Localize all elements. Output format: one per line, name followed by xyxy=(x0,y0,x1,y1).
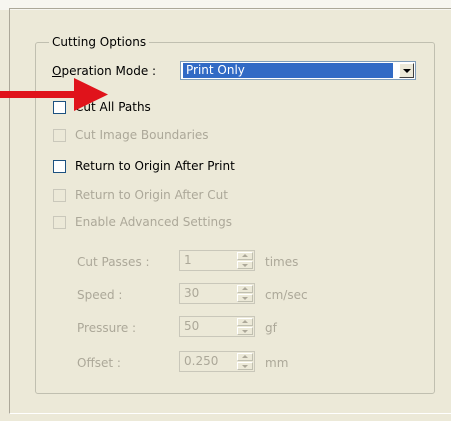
speed-value: 30 xyxy=(184,286,200,300)
spinner-buttons xyxy=(237,353,253,370)
spin-down-icon xyxy=(237,261,253,269)
pressure-unit: gf xyxy=(265,321,277,335)
spin-up-icon xyxy=(237,353,253,361)
pressure-spinner: 50 xyxy=(179,316,255,337)
offset-unit: mm xyxy=(265,356,289,370)
spin-up-icon xyxy=(237,318,253,326)
pressure-value: 50 xyxy=(184,319,200,333)
cut-passes-unit: times xyxy=(265,255,299,269)
checkbox-box[interactable] xyxy=(53,160,66,173)
spin-up-icon xyxy=(237,252,253,260)
return-origin-after-print-label: Return to Origin After Print xyxy=(75,159,235,173)
cut-image-boundaries-label: Cut Image Boundaries xyxy=(75,128,209,142)
cut-passes-spinner: 1 xyxy=(179,250,255,271)
pressure-label: Pressure : xyxy=(77,321,137,335)
annotation-arrow-icon xyxy=(0,78,108,111)
spinner-buttons xyxy=(237,318,253,335)
spin-down-icon xyxy=(237,294,253,302)
checkbox-box xyxy=(53,129,66,142)
spin-up-icon xyxy=(237,285,253,293)
spin-down-icon xyxy=(237,327,253,335)
cutting-options-title: Cutting Options xyxy=(49,35,150,49)
spinner-buttons xyxy=(237,285,253,302)
settings-panel: Cutting Options Operation Mode : Print O… xyxy=(0,0,451,421)
cut-passes-value: 1 xyxy=(184,253,192,267)
spinner-buttons xyxy=(237,252,253,269)
offset-label: Offset : xyxy=(77,356,121,370)
offset-value: 0.250 xyxy=(184,354,219,368)
chevron-down-icon[interactable] xyxy=(399,63,414,78)
offset-spinner: 0.250 xyxy=(179,351,255,372)
return-origin-after-cut-label: Return to Origin After Cut xyxy=(75,188,228,202)
spin-down-icon xyxy=(237,362,253,370)
enable-advanced-settings-label: Enable Advanced Settings xyxy=(75,215,232,229)
checkbox-box xyxy=(53,189,66,202)
operation-mode-value: Print Only xyxy=(183,63,393,78)
speed-spinner: 30 xyxy=(179,283,255,304)
operation-mode-select[interactable]: Print Only xyxy=(180,61,416,80)
speed-label: Speed : xyxy=(77,288,123,302)
checkbox-box xyxy=(53,216,66,229)
speed-unit: cm/sec xyxy=(265,288,308,302)
cut-passes-label: Cut Passes : xyxy=(77,255,150,269)
